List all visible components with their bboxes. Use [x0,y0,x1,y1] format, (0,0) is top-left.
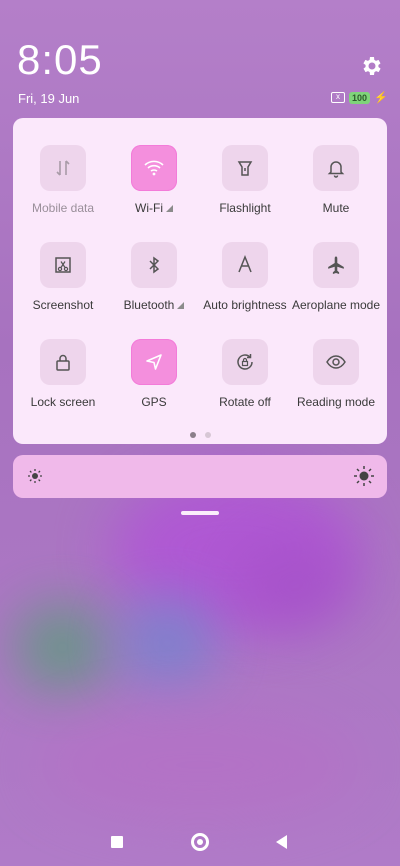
home-circle-icon[interactable] [191,833,209,851]
no-sim-icon: x [331,92,345,103]
recents-square-icon[interactable] [111,836,123,848]
brightness-low-icon [27,468,43,489]
back-triangle-icon[interactable] [276,835,287,849]
screenshot-icon [40,242,86,288]
flashlight-icon [222,145,268,191]
tile-rotate-off[interactable]: Rotate off [199,339,291,409]
aeroplane-icon [313,242,359,288]
battery-icon: 100 [349,91,371,104]
tile-label: Mobile data [31,201,95,215]
eye-icon [313,339,359,385]
bell-icon [313,145,359,191]
bluetooth-icon [131,242,177,288]
tile-label: Wi-Fi [135,201,163,215]
rotate-lock-icon [222,339,268,385]
tile-label: Flashlight [219,201,271,215]
tile-label: Rotate off [219,395,271,409]
tile-label: GPS [141,395,167,409]
tile-label: Mute [322,201,350,215]
brightness-slider[interactable] [13,455,387,498]
brightness-high-icon [353,465,375,492]
auto-brightness-icon [222,242,268,288]
page-indicator [13,432,387,438]
settings-gear-icon[interactable] [360,54,384,78]
tile-label: Auto brightness [203,298,287,312]
tile-wifi[interactable]: Wi-Fi [108,145,200,215]
tile-mobile-data[interactable]: Mobile data [17,145,109,215]
tile-label: Reading mode [296,395,376,409]
charging-bolt-icon: ⚡ [374,92,388,104]
tile-bluetooth[interactable]: Bluetooth [108,242,200,312]
navigation-bar [0,826,400,858]
drag-handle[interactable] [181,511,219,515]
tile-mute[interactable]: Mute [290,145,382,215]
tile-gps[interactable]: GPS [108,339,200,409]
expand-caret-icon[interactable] [165,205,173,212]
tile-label: Bluetooth [123,298,175,312]
date: Fri, 19 Jun [18,91,80,106]
quick-settings-panel: Mobile data Wi-Fi Flashlight Mute Screen… [13,118,387,444]
wifi-icon [131,145,177,191]
tile-lock-screen[interactable]: Lock screen [17,339,109,409]
tile-auto-brightness[interactable]: Auto brightness [199,242,291,312]
tile-label: Aeroplane mode [291,298,381,312]
system-icons: x 100 ⚡ [331,91,388,104]
page-dot-active[interactable] [189,432,196,438]
tile-label: Screenshot [32,298,94,312]
tile-flashlight[interactable]: Flashlight [199,145,291,215]
location-arrow-icon [131,339,177,385]
tile-label: Lock screen [30,395,96,409]
page-dot[interactable] [204,432,211,438]
tile-reading-mode[interactable]: Reading mode [290,339,382,409]
mobile-data-icon [40,145,86,191]
tile-screenshot[interactable]: Screenshot [17,242,109,312]
expand-caret-icon[interactable] [177,302,185,309]
clock: 8:05 [17,36,103,83]
lock-icon [40,339,86,385]
tile-aeroplane-mode[interactable]: Aeroplane mode [290,242,382,312]
